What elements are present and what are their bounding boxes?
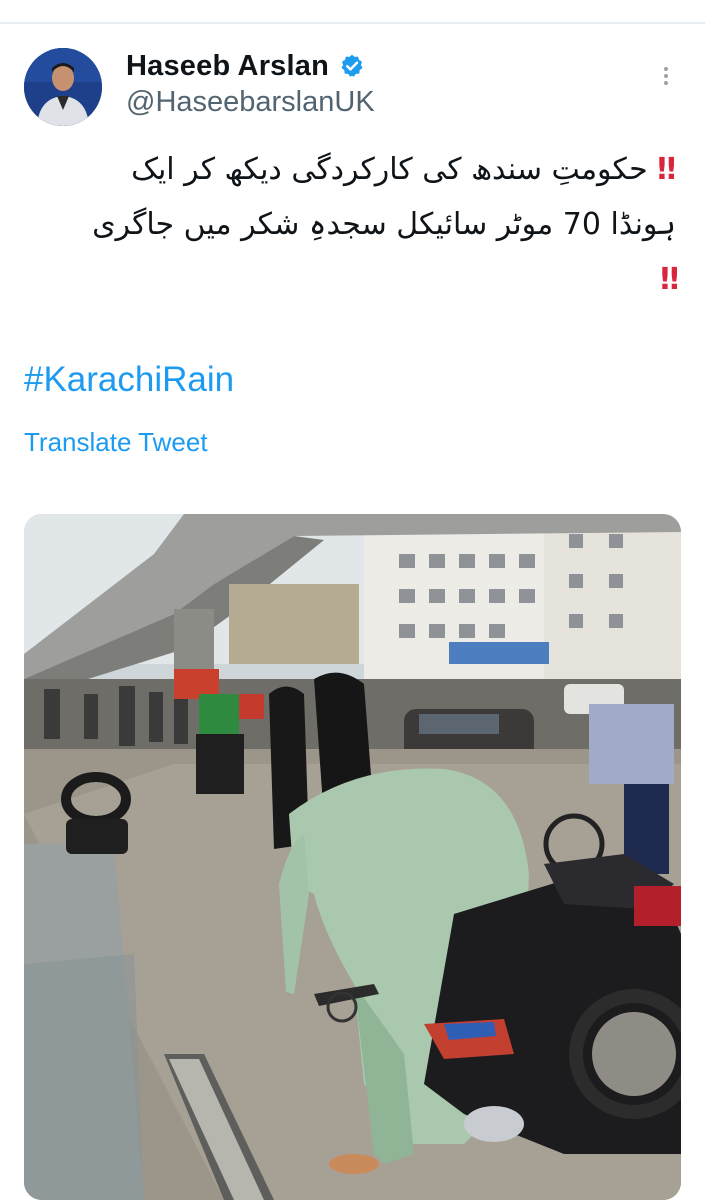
verified-badge-icon bbox=[339, 53, 365, 79]
user-handle[interactable]: @HaseebarslanUK bbox=[126, 86, 375, 119]
translate-tweet-link[interactable]: Translate Tweet bbox=[24, 427, 208, 458]
avatar[interactable] bbox=[24, 48, 102, 126]
tweet-card[interactable]: Haseeb Arslan @HaseebarslanUK ‼ حکومتِ س… bbox=[0, 24, 705, 1200]
tweet-text-line-3: ‼ bbox=[30, 252, 679, 307]
double-exclamation-icon: ‼ bbox=[657, 152, 679, 187]
tweet-media-image[interactable] bbox=[24, 514, 681, 1200]
name-row: Haseeb Arslan bbox=[126, 44, 365, 88]
more-options-icon[interactable] bbox=[656, 64, 676, 94]
tweet-text: ‼ حکومتِ سندھ کی کارکردگی دیکھ کر ایک ہو… bbox=[30, 142, 679, 307]
tweet-text-line-1: ‼ حکومتِ سندھ کی کارکردگی دیکھ کر ایک bbox=[131, 152, 679, 187]
display-name[interactable]: Haseeb Arslan bbox=[126, 50, 329, 83]
double-exclamation-icon: ‼ bbox=[660, 262, 679, 297]
tweet-text-line-2: ہونڈا 70 موٹر سائیکل سجدہِ شکر میں جاگری bbox=[92, 207, 676, 242]
hashtag-link[interactable]: #KarachiRain bbox=[24, 360, 234, 400]
